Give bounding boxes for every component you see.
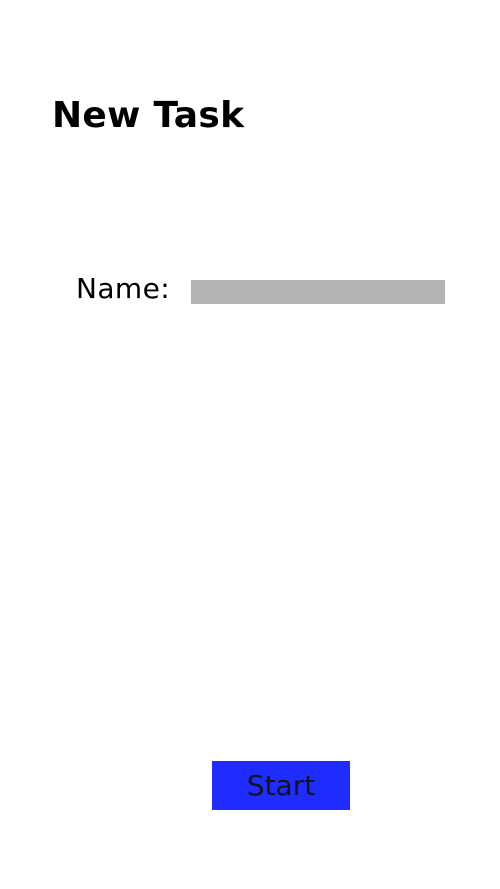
name-label: Name: xyxy=(76,272,171,305)
start-button[interactable]: Start xyxy=(212,761,350,810)
name-input[interactable] xyxy=(191,280,445,304)
page-title: New Task xyxy=(52,95,245,136)
